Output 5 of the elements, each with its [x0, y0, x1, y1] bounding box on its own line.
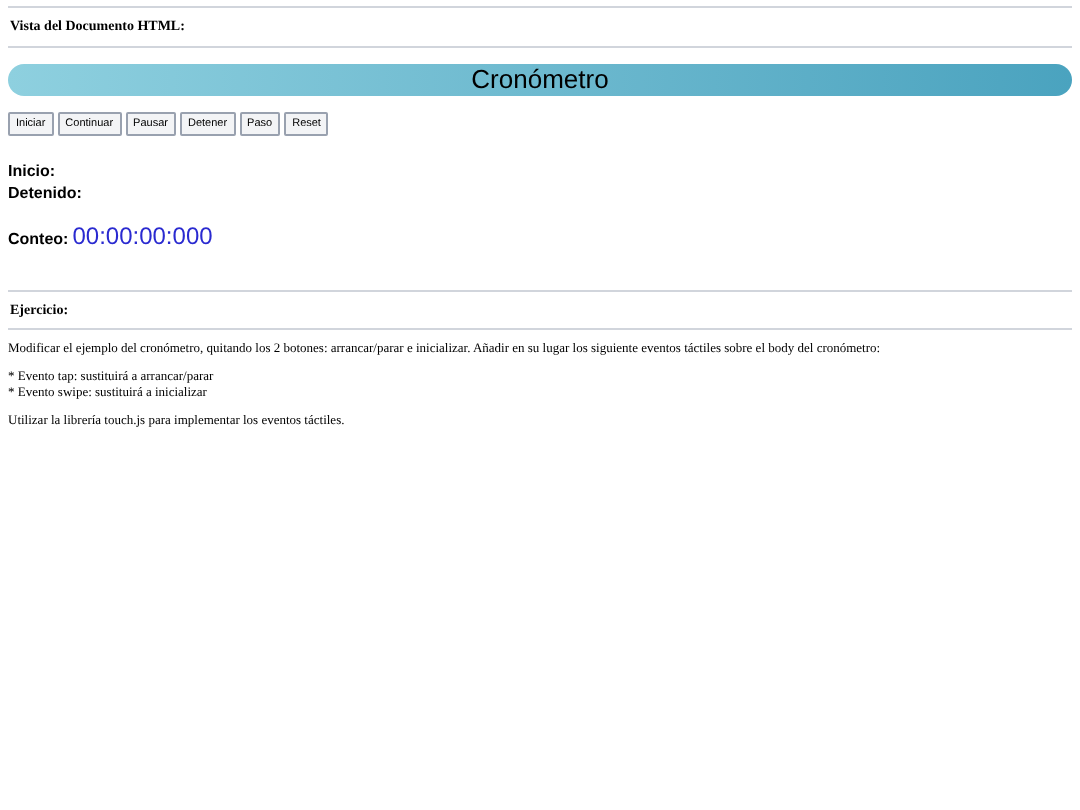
stopped-label: Detenido: — [8, 181, 84, 204]
count-label: Conteo: — [8, 227, 69, 252]
stopwatch-title: Cronómetro — [471, 66, 609, 92]
start-label: Inicio: — [8, 159, 58, 182]
count-value: 00:00:00:000 — [72, 219, 213, 254]
